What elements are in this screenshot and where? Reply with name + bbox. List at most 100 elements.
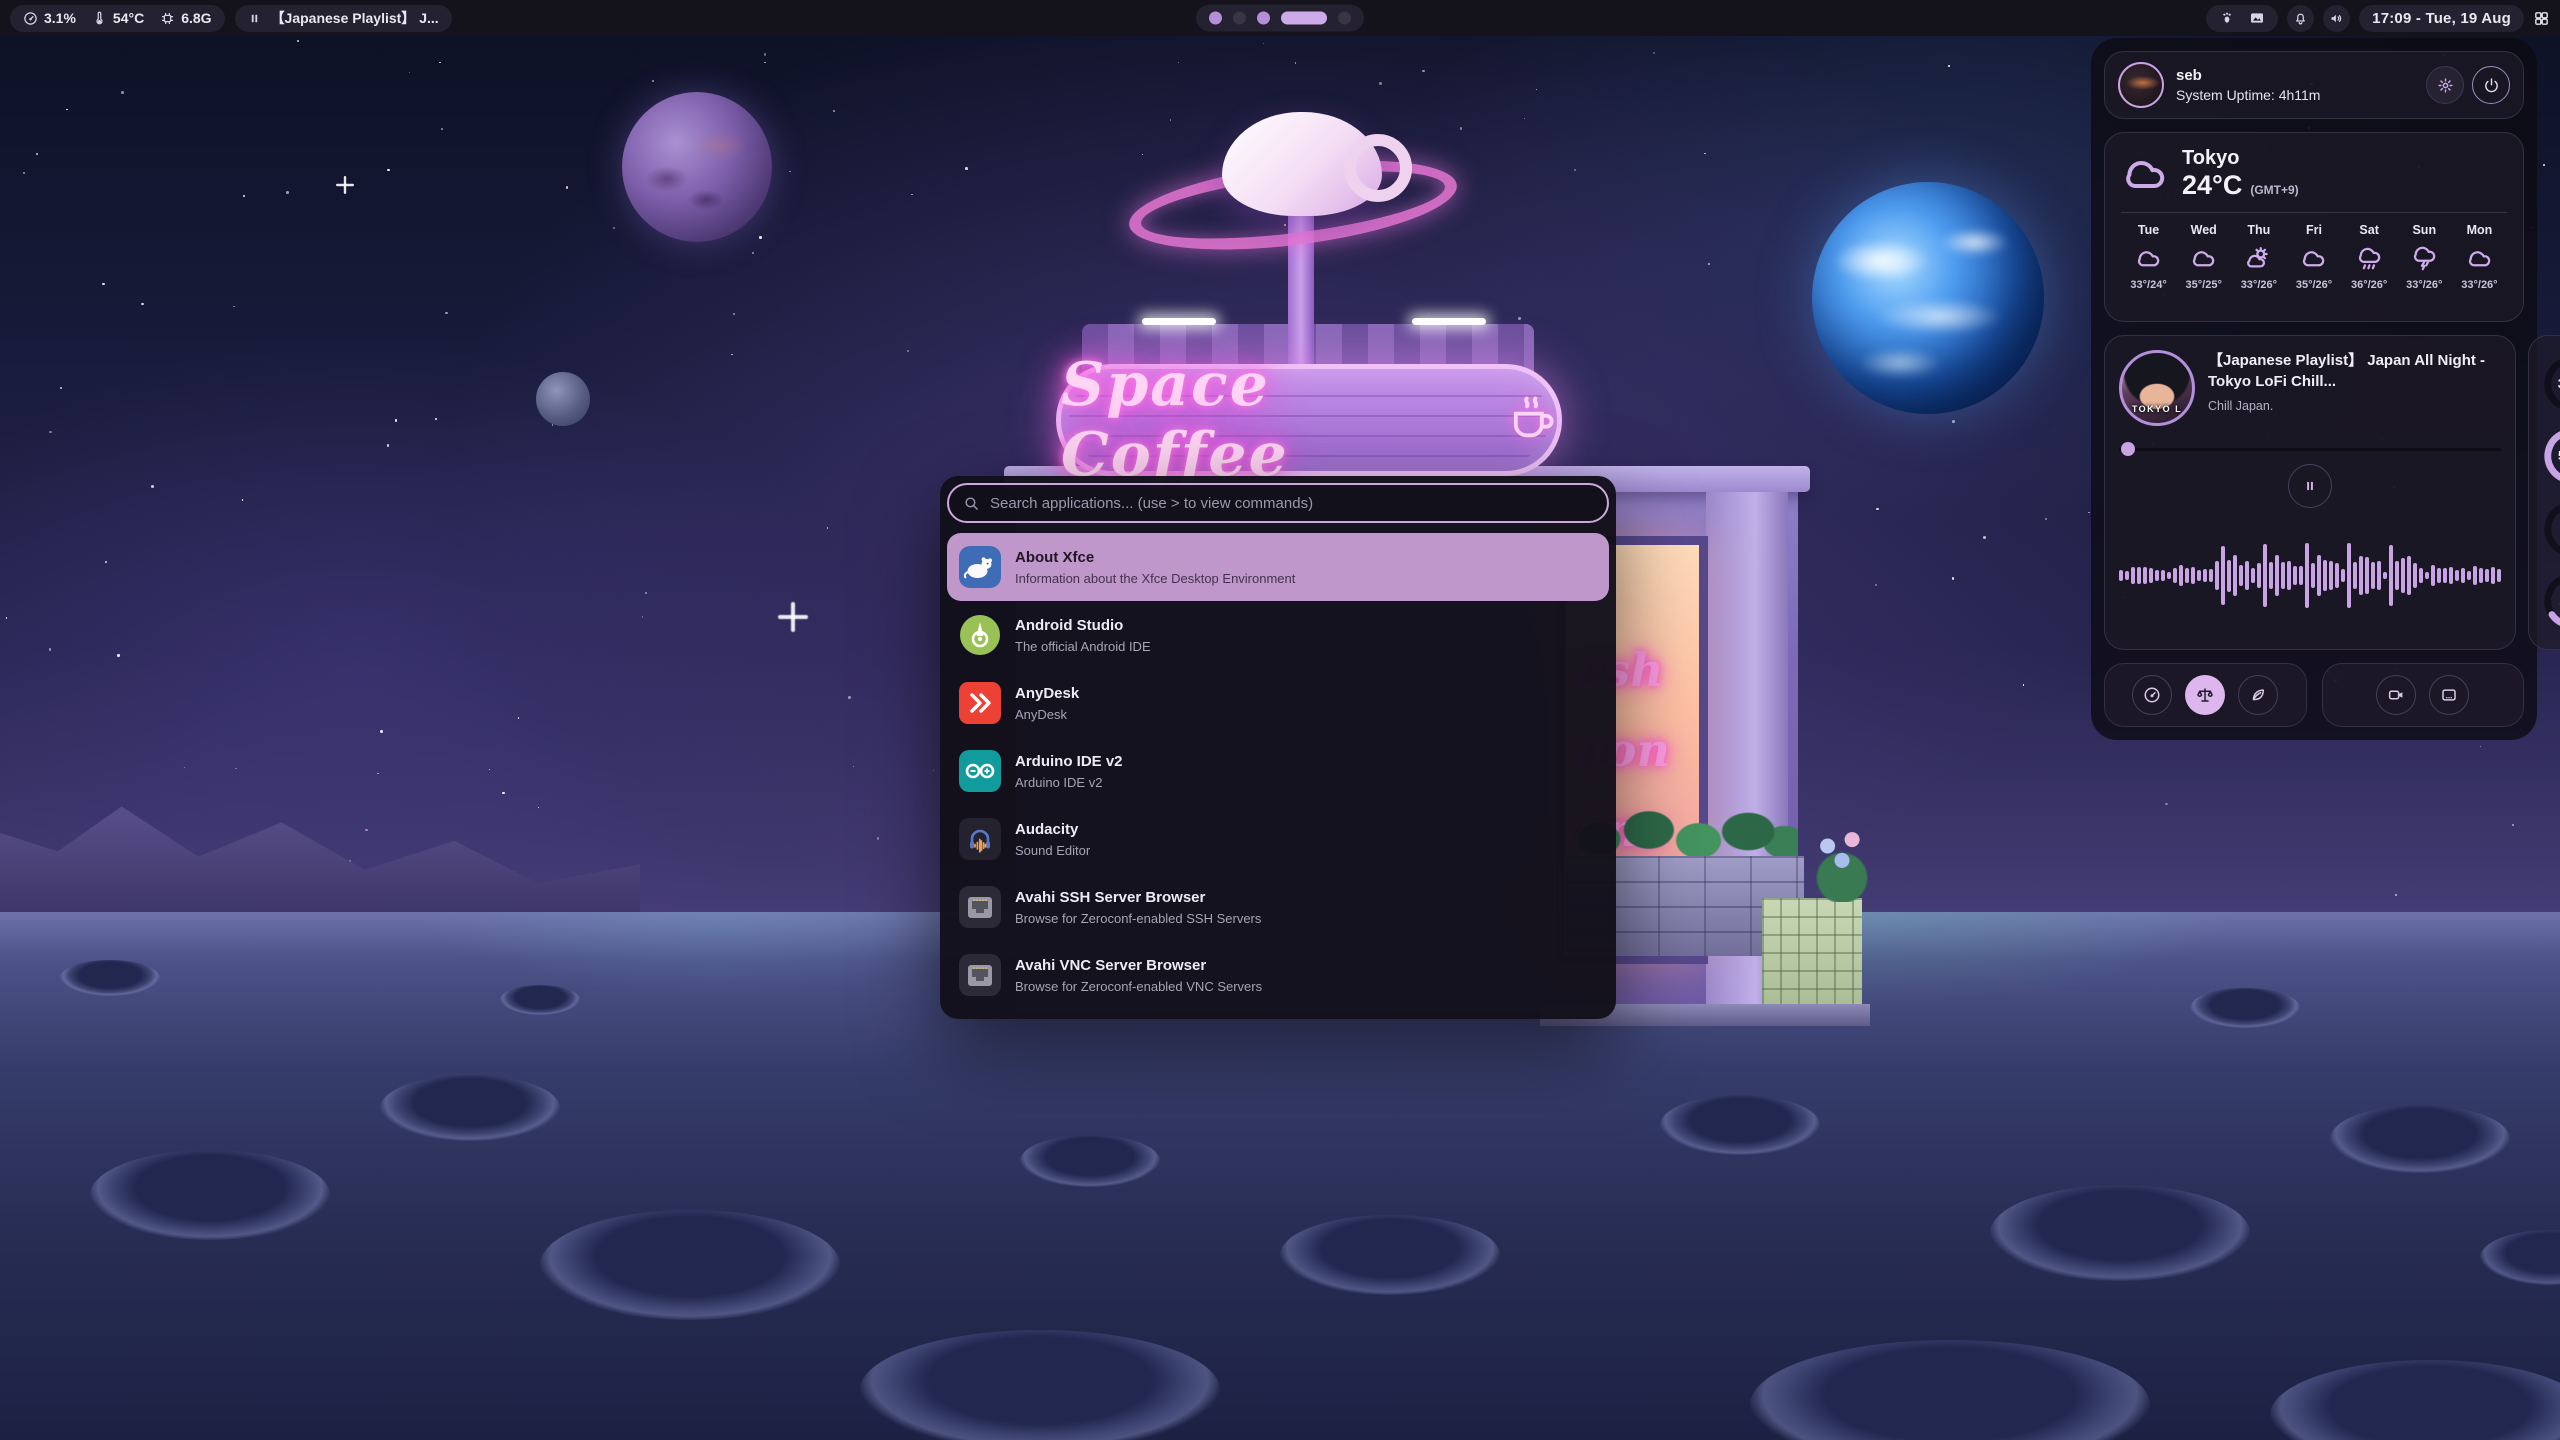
gauge-value: 54°C [2541, 425, 2560, 487]
forecast-day: Mon [2452, 223, 2507, 237]
wallpaper-icon[interactable] [2249, 10, 2265, 26]
app-row[interactable]: Avahi SSH Server BrowserBrowse for Zeroc… [947, 873, 1609, 941]
waveform-bar [2131, 567, 2135, 583]
waveform-bar [2185, 568, 2189, 584]
app-row[interactable]: Arduino IDE v2Arduino IDE v2 [947, 737, 1609, 805]
workspace-dot-occupied[interactable] [1209, 12, 1222, 25]
progress-knob[interactable] [2121, 442, 2135, 456]
track-artist: Chill Japan. [2208, 399, 2501, 413]
waveform-bar [2167, 572, 2171, 580]
waveform-bar [2317, 555, 2321, 596]
waveform-bar [2209, 569, 2213, 583]
app-row[interactable]: AudacitySound Editor [947, 805, 1609, 873]
gauge-value: 14% [2541, 498, 2560, 560]
user-card: seb System Uptime: 4h11m [2104, 51, 2524, 119]
waveform-bar [2485, 569, 2489, 582]
waveform-bar [2359, 556, 2363, 595]
system-gauge: 14% [2541, 498, 2560, 560]
waveform-bar [2431, 565, 2435, 587]
waveform-bar [2377, 561, 2381, 589]
waveform-bar [2179, 565, 2183, 586]
capture-buttons [2322, 663, 2525, 727]
app-title: AnyDesk [1015, 684, 1079, 704]
rain-weather-icon [2342, 245, 2397, 272]
roof-light [1142, 318, 1216, 325]
sun-cloud-weather-icon [2231, 245, 2286, 272]
power-profile-buttons [2104, 663, 2307, 727]
forecast-temps: 36°/26° [2342, 279, 2397, 291]
workspace-dot-occupied[interactable] [1257, 12, 1270, 25]
storm-weather-icon [2397, 245, 2452, 272]
topbar-stat: 6.8G [160, 10, 211, 26]
workspace-dot-active[interactable] [1281, 12, 1327, 25]
play-pause-button[interactable] [2288, 464, 2332, 508]
waveform-bar [2227, 560, 2231, 592]
topbar-stat: 54°C [92, 10, 144, 26]
waveform-bar [2497, 569, 2501, 582]
gauge-icon [23, 11, 38, 26]
forecast-day: Sat [2342, 223, 2397, 237]
workspace-dot-empty[interactable] [1233, 12, 1246, 25]
power-button[interactable] [2472, 66, 2510, 104]
system-gauge: 3.1% [2541, 353, 2560, 415]
app-row[interactable]: Avahi VNC Server BrowserBrowse for Zeroc… [947, 941, 1609, 1009]
scales-button[interactable] [2185, 675, 2225, 715]
neon-cup-icon [1505, 392, 1557, 449]
waveform-bar [2299, 566, 2303, 585]
xfce-app-icon [959, 546, 1001, 588]
app-launcher: About XfceInformation about the Xfce Des… [940, 476, 1616, 1019]
forecast-day: Thu [2231, 223, 2286, 237]
media-player-card: TOKYO L 【Japanese Playlist】 Japan All Ni… [2104, 335, 2516, 650]
avatar [2118, 62, 2164, 108]
neon-sign: Space Coffee [1056, 364, 1562, 476]
workspace-dot-empty[interactable] [1338, 12, 1351, 25]
album-art: TOKYO L [2119, 350, 2195, 426]
pet-icon[interactable] [2219, 10, 2235, 26]
forecast-temps: 33°/26° [2452, 279, 2507, 291]
waveform-bar [2119, 570, 2123, 580]
workspace-switcher[interactable] [1196, 5, 1364, 32]
user-name: seb [2176, 67, 2320, 84]
waveform-bar [2221, 546, 2225, 605]
system-gauges-card: 3.1%54°C14%24% [2528, 335, 2560, 650]
app-row[interactable]: About XfceInformation about the Xfce Des… [947, 533, 1609, 601]
tray-pill [2206, 5, 2278, 32]
waveform-bar [2467, 571, 2471, 580]
forecast-temps: 35°/26° [2286, 279, 2341, 291]
clock[interactable]: 17:09 - Tue, 19 Aug [2359, 5, 2524, 32]
app-description: Browse for Zeroconf-enabled SSH Servers [1015, 911, 1261, 926]
forecast-day: Fri [2286, 223, 2341, 237]
waveform-bar [2245, 561, 2249, 589]
divider [2121, 212, 2507, 213]
waveform-bar [2287, 561, 2291, 590]
leaf-button[interactable] [2238, 675, 2278, 715]
app-description: Browse for Zeroconf-enabled VNC Servers [1015, 979, 1262, 994]
waveform-bar [2173, 568, 2177, 583]
waveform-bar [2455, 570, 2459, 581]
gauge-button[interactable] [2132, 675, 2172, 715]
app-description: The official Android IDE [1015, 639, 1151, 654]
track-progress-slider[interactable] [2119, 442, 2501, 456]
screen-button[interactable] [2429, 675, 2469, 715]
launcher-search[interactable] [947, 483, 1609, 523]
pause-icon [248, 12, 261, 25]
waveform-bar [2425, 572, 2429, 579]
settings-button[interactable] [2426, 66, 2464, 104]
notifications-button[interactable] [2287, 5, 2314, 32]
waveform-bar [2395, 561, 2399, 591]
now-playing-pill[interactable]: 【Japanese Playlist】 J... [235, 5, 452, 32]
search-input[interactable] [990, 495, 1593, 512]
track-title: 【Japanese Playlist】 Japan All Night - To… [2208, 350, 2501, 392]
app-row[interactable]: Android StudioThe official Android IDE [947, 601, 1609, 669]
video-button[interactable] [2376, 675, 2416, 715]
waveform-bar [2479, 568, 2483, 582]
volume-button[interactable] [2323, 5, 2350, 32]
app-row[interactable]: AnyDeskAnyDesk [947, 669, 1609, 737]
overview-grid-icon[interactable] [2533, 10, 2550, 27]
neon-sign-text: Space Coffee [1061, 350, 1491, 490]
album-art-text: TOKYO L [2122, 404, 2192, 414]
cloud-weather-icon [2286, 245, 2341, 272]
forecast-days-row: TueWedThuFriSatSunMon [2121, 223, 2507, 237]
waveform-bar [2401, 558, 2405, 594]
weather-timezone: (GMT+9) [2250, 183, 2298, 197]
